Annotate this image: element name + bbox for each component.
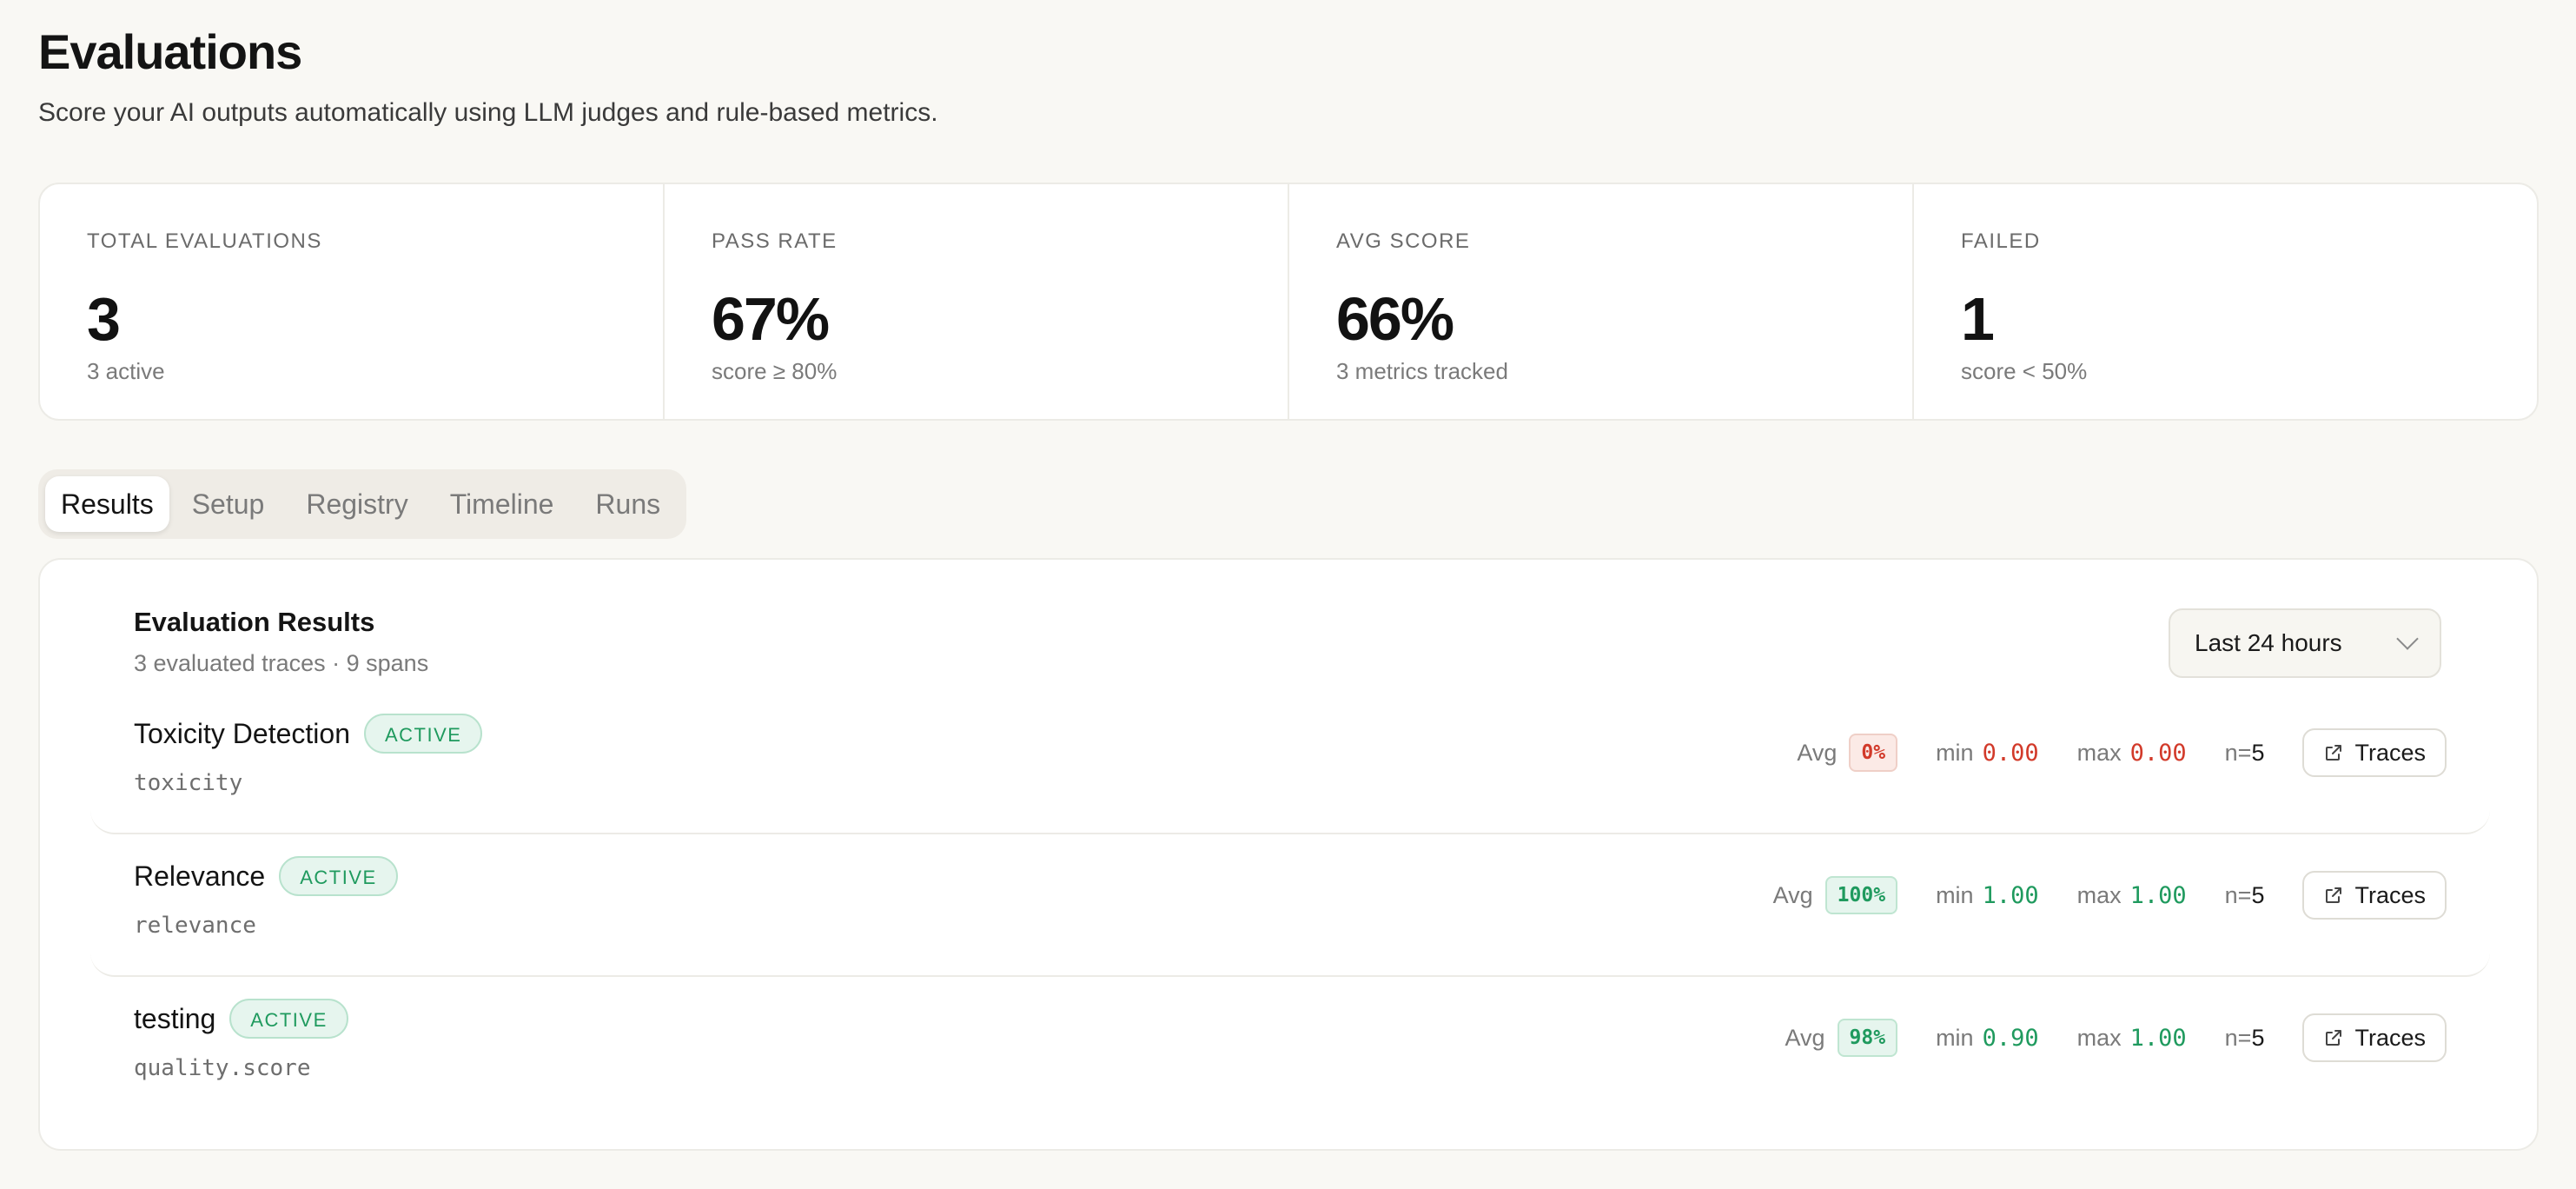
stat-value: 3 [87,285,121,353]
chevron-down-icon [2396,628,2419,650]
results-title: Evaluation Results [134,607,375,637]
max-label: max [2076,739,2122,766]
stat-label: FAILED [1961,229,2041,253]
tab-registry[interactable]: Registry [287,476,427,532]
tab-setup[interactable]: Setup [173,476,284,532]
evaluations-page: Evaluations Score your AI outputs automa… [0,0,2576,1189]
tab-runs[interactable]: Runs [576,476,679,532]
stat-label: TOTAL EVALUATIONS [87,229,322,253]
metric-stats: Avg 100% min 1.00 max 1.00 n= 5 Traces [1773,871,2447,920]
metric-key: relevance [134,913,256,939]
avg-label: Avg [1772,881,1813,908]
stat-avg-score: AVG SCORE 66% 3 metrics tracked [1289,184,1914,419]
metric-row: testing ACTIVE quality.score Avg 98% min … [90,984,2490,1119]
n-label: n= [2224,1024,2252,1051]
metric-row: Toxicity Detection ACTIVE toxicity Avg 0%… [90,699,2490,834]
metric-key: quality.score [134,1055,311,1081]
metric-name-line: Toxicity Detection ACTIVE [134,713,483,754]
n-value: 5 [2251,1024,2265,1051]
min-label: min [1936,881,1974,908]
metric-stats: Avg 98% min 0.90 max 1.00 n= 5 Traces [1785,1013,2447,1062]
max-value: 1.00 [2129,1024,2187,1052]
metric-name: testing [134,1003,216,1034]
metric-name-line: testing ACTIVE [134,998,348,1039]
status-badge: ACTIVE [363,713,483,754]
n-value: 5 [2251,881,2265,908]
traces-label: Traces [2354,1024,2426,1051]
n-value: 5 [2251,739,2265,766]
max-label: max [2076,881,2122,908]
external-link-icon [2326,1030,2342,1046]
external-link-icon [2326,745,2342,761]
stat-value: 66% [1336,285,1454,353]
stat-sub: 3 active [87,358,165,384]
tab-timeline[interactable]: Timeline [431,476,573,532]
stat-total-evaluations: TOTAL EVALUATIONS 3 3 active [40,184,665,419]
traces-label: Traces [2354,881,2426,908]
stat-pass-rate: PASS RATE 67% score ≥ 80% [665,184,1289,419]
max-value: 1.00 [2129,881,2187,909]
min-value: 1.00 [1982,881,2039,909]
time-range-select[interactable]: Last 24 hours [2169,608,2441,678]
metric-key: toxicity [134,770,243,796]
metric-name: Relevance [134,860,266,892]
n-label: n= [2224,881,2252,908]
time-range-value: Last 24 hours [2195,629,2342,656]
status-badge: ACTIVE [279,855,398,896]
tab-results[interactable]: Results [45,476,169,532]
traces-button[interactable]: Traces [2302,871,2447,920]
avg-score-pill: 0% [1849,734,1898,772]
stat-sub: score < 50% [1961,358,2088,384]
stat-sub: 3 metrics tracked [1336,358,1508,384]
avg-label: Avg [1797,739,1838,766]
metric-name: Toxicity Detection [134,718,350,749]
avg-score-pill: 98% [1837,1019,1898,1057]
min-label: min [1936,739,1974,766]
metric-name-line: Relevance ACTIVE [134,855,398,896]
traces-label: Traces [2354,739,2426,766]
metric-stats: Avg 0% min 0.00 max 0.00 n= 5 Traces [1797,728,2447,777]
stat-value: 67% [712,285,830,353]
max-value: 0.00 [2129,739,2187,767]
traces-button[interactable]: Traces [2302,1013,2447,1062]
external-link-icon [2326,887,2342,903]
results-subtitle: 3 evaluated traces · 9 spans [134,650,429,676]
n-label: n= [2224,739,2252,766]
stat-failed: FAILED 1 score < 50% [1914,184,2537,419]
tab-bar: Results Setup Registry Timeline Runs [38,469,687,539]
avg-label: Avg [1785,1024,1825,1051]
page-subtitle: Score your AI outputs automatically usin… [38,98,938,127]
stat-label: AVG SCORE [1336,229,1471,253]
stat-label: PASS RATE [712,229,838,253]
min-label: min [1936,1024,1974,1051]
stat-sub: score ≥ 80% [712,358,838,384]
status-badge: ACTIVE [229,998,348,1039]
metric-row: Relevance ACTIVE relevance Avg 100% min 1… [90,841,2490,977]
stats-card: TOTAL EVALUATIONS 3 3 active PASS RATE 6… [38,183,2539,421]
page-title: Evaluations [38,24,302,79]
stat-value: 1 [1961,285,1995,353]
avg-score-pill: 100% [1824,876,1898,914]
min-value: 0.90 [1982,1024,2039,1052]
results-card: Evaluation Results 3 evaluated traces · … [38,558,2539,1151]
max-label: max [2076,1024,2122,1051]
min-value: 0.00 [1982,739,2039,767]
traces-button[interactable]: Traces [2302,728,2447,777]
